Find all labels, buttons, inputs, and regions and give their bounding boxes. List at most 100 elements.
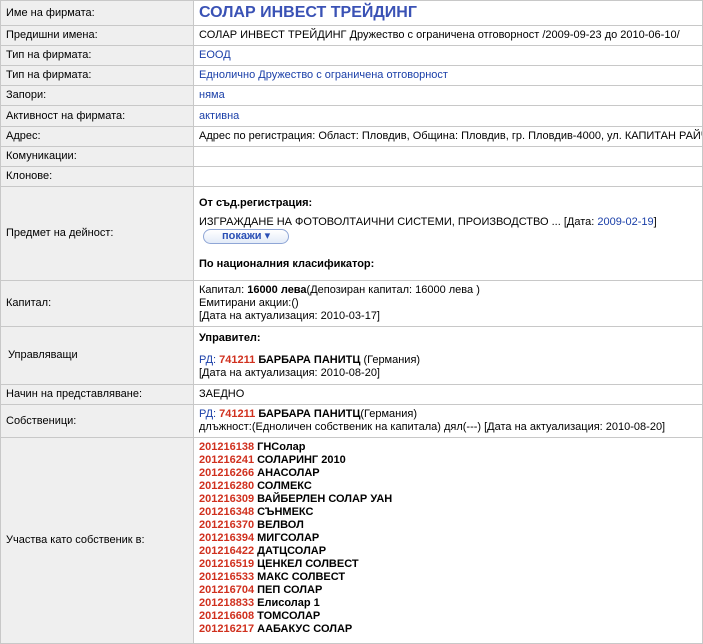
capital-line: Капитал: 16000 лева(Депозиран капитал: 1… [199,284,697,297]
participation-id[interactable]: 201216217 [199,623,254,635]
list-item: 201216422 ДАТЦСОЛАР [199,545,697,558]
issued-shares: Емитирани акции:() [199,297,299,309]
row-owners: Собственици: РД: 741211 БАРБАРА ПАНИТЦ(Г… [0,404,703,438]
activity-date-suffix: ] [653,215,657,228]
participation-id[interactable]: 201216608 [199,610,254,622]
activity-description: ИЗГРАЖДАНЕ НА ФОТОВОЛТАИЧНИ СИСТЕМИ, ПРО… [199,216,697,229]
participation-id[interactable]: 201216394 [199,532,254,544]
participation-id[interactable]: 201216266 [199,467,254,479]
activity-date[interactable]: 2009-02-19 [597,216,653,228]
label-company-type-2: Тип на фирмата: [0,65,194,86]
activity-text: ИЗГРАЖДАНЕ НА ФОТОВОЛТАИЧНИ СИСТЕМИ, ПРО… [199,215,561,228]
communications-value [193,146,703,167]
row-business-activity: Предмет на дейност: От съд.регистрация: … [0,186,703,281]
participation-id[interactable]: 201216704 [199,584,254,596]
label-address: Адрес: [0,126,194,147]
capital-update-date: [Дата на актуализация: 2010-03-17] [199,310,380,322]
owner-details: длъжност:(Едноличен собственик на капита… [199,421,666,433]
capital-prefix: Капитал: [199,284,245,296]
label-owners: Собственици: [0,404,194,438]
participation-id[interactable]: 201216348 [199,506,254,518]
manager-entry: РД: 741211 БАРБАРА ПАНИТЦ (Германия) [199,354,697,367]
participation-id[interactable]: 201216519 [199,558,254,570]
liens-value[interactable]: няма [193,85,703,106]
list-item: 201216348 СЪНМЕКС [199,506,697,519]
participation-name[interactable]: ААБАКУС СОЛАР [257,623,352,635]
label-business-activity: Предмет на дейност: [0,186,194,281]
participation-name[interactable]: ТОМСОЛАР [257,610,320,622]
participation-id[interactable]: 201216533 [199,571,254,583]
row-representation: Начин на представляване: ЗАЕДНО [0,384,703,405]
label-company-type-1: Тип на фирмата: [0,45,194,66]
participation-id[interactable]: 201216370 [199,519,254,531]
manager-update-date: [Дата на актуализация: 2010-08-20] [199,366,380,379]
list-item: 201216608 ТОМСОЛАР [199,610,697,623]
row-address: Адрес: Адрес по регистрация: Област: Пло… [0,126,703,147]
participation-id[interactable]: 201216241 [199,454,254,466]
row-previous-names: Предишни имена: СОЛАР ИНВЕСТ ТРЕЙДИНГ Др… [0,25,703,46]
list-item: 201216280 СОЛМЕКС [199,480,697,493]
list-item: 201216533 МАКС СОЛВЕСТ [199,571,697,584]
previous-names-value: СОЛАР ИНВЕСТ ТРЕЙДИНГ Дружество с ограни… [193,25,703,46]
label-communications: Комуникации: [0,146,194,167]
managers-label-text: Управляващи [8,349,78,361]
row-managers: Управляващи Управител: РД: 741211 БАРБАР… [0,326,703,385]
row-liens: Запори: няма [0,85,703,106]
participation-name[interactable]: ДАТЦСОЛАР [257,545,326,557]
manager-id[interactable]: 741211 [219,354,255,366]
activity-registration-heading: От съд.регистрация: [199,196,313,209]
list-item: 201216309 ВАЙБЕРЛЕН СОЛАР УАН [199,493,697,506]
representation-value: ЗАЕДНО [193,384,703,405]
manager-name[interactable]: БАРБАРА ПАНИТЦ [258,354,360,366]
label-previous-names: Предишни имена: [0,25,194,46]
row-participations: Участва като собственик в: 201216138 ГНС… [0,437,703,644]
owner-country: (Германия) [360,408,418,420]
participation-id[interactable]: 201218833 [199,597,254,609]
company-type-1-value[interactable]: ЕООД [193,45,703,66]
participation-name[interactable]: ВЕЛВОЛ [257,519,304,531]
participation-name[interactable]: ГНСолар [257,441,305,453]
participation-id[interactable]: 201216422 [199,545,254,557]
participation-id[interactable]: 201216280 [199,480,254,492]
label-representation: Начин на представляване: [0,384,194,405]
activity-status-value[interactable]: активна [193,105,703,127]
participation-name[interactable]: МИГСОЛАР [257,532,319,544]
participation-name[interactable]: СЪНМЕКС [257,506,313,518]
list-item: 201216138 ГНСолар [199,441,697,454]
show-more-button[interactable]: покажи ▾ [203,228,290,244]
label-company-name: Име на фирмата: [0,0,194,26]
participation-name[interactable]: Елисолар 1 [257,597,320,609]
list-item: 201216217 ААБАКУС СОЛАР [199,623,697,636]
owner-name[interactable]: БАРБАРА ПАНИТЦ [258,408,360,420]
capital-amount: 16000 лева [247,284,307,296]
label-participations: Участва като собственик в: [0,437,194,644]
participation-name[interactable]: СОЛАРИНГ 2010 [257,454,346,466]
company-name: СОЛАР ИНВЕСТ ТРЕЙДИНГ [199,3,417,21]
label-managers: Управляващи [0,326,194,385]
label-branches: Клонове: [0,166,194,187]
list-item: 201216394 МИГСОЛАР [199,532,697,545]
list-item: 201216519 ЦЕНКЕЛ СОЛВЕСТ [199,558,697,571]
participations-list: 201216138 ГНСолар 201216241 СОЛАРИНГ 201… [193,437,703,644]
manager-rd-label: РД: [199,353,217,366]
row-communications: Комуникации: [0,146,703,167]
row-activity-status: Активност на фирмата: активна [0,105,703,127]
owner-id[interactable]: 741211 [219,408,255,420]
participation-name[interactable]: ВАЙБЕРЛЕН СОЛАР УАН [257,493,392,505]
manager-country: (Германия) [363,353,421,366]
participation-id[interactable]: 201216309 [199,493,254,505]
participation-name[interactable]: ЦЕНКЕЛ СОЛВЕСТ [257,558,358,570]
owner-entry: РД: 741211 БАРБАРА ПАНИТЦ(Германия) [199,408,697,421]
participation-name[interactable]: МАКС СОЛВЕСТ [257,571,345,583]
participation-id[interactable]: 201216138 [199,441,254,453]
participation-name[interactable]: АНАСОЛАР [257,467,320,479]
list-item: 201216704 ПЕП СОЛАР [199,584,697,597]
participation-name[interactable]: СОЛМЕКС [257,480,312,492]
row-branches: Клонове: [0,166,703,187]
participation-name[interactable]: ПЕП СОЛАР [257,584,322,596]
manager-heading: Управител: [199,331,261,344]
label-liens: Запори: [0,85,194,106]
row-capital: Капитал: Капитал: 16000 лева(Депозиран к… [0,280,703,327]
company-type-2-value[interactable]: Едноличнo Дружество с ограничена отговор… [193,65,703,86]
activity-classifier-heading: По националния класификатор: [199,257,375,270]
